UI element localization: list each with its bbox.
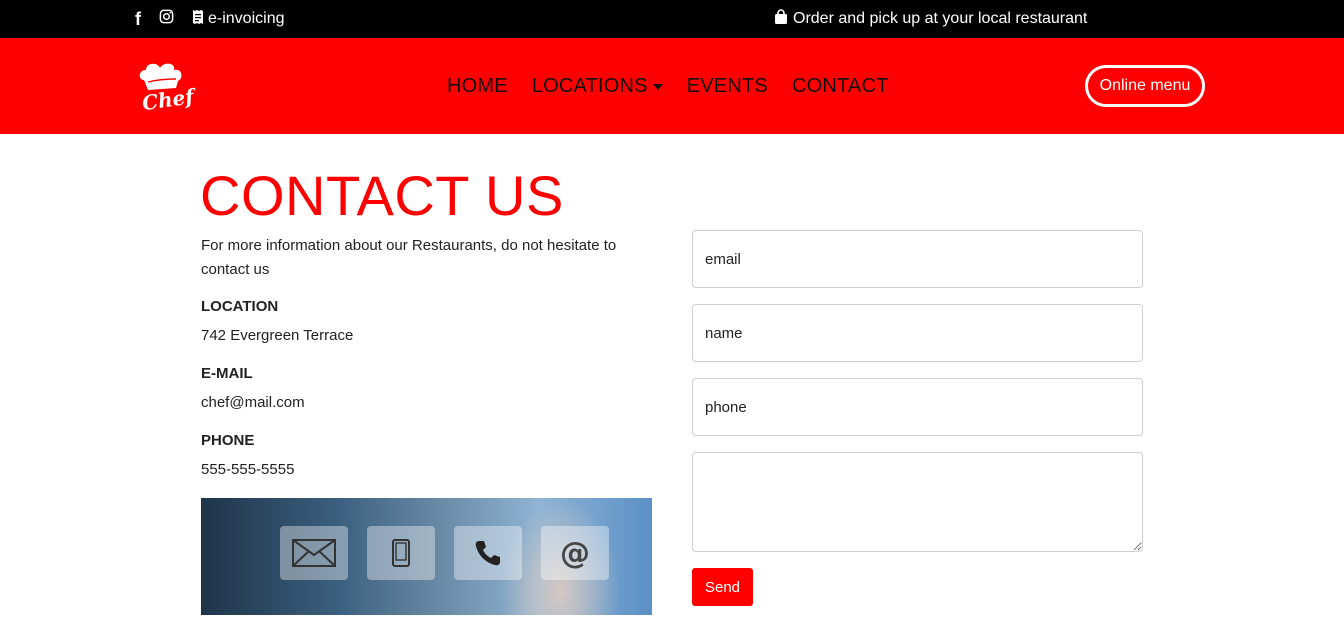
phone-value: 555-555-5555 — [201, 461, 295, 478]
email-field[interactable] — [692, 230, 1143, 288]
e-invoicing-label: e-invoicing — [208, 10, 285, 27]
instagram-link[interactable] — [159, 9, 174, 29]
order-text: Order and pick up at your local restaura… — [793, 10, 1088, 27]
receipt-icon — [192, 9, 204, 30]
name-field[interactable] — [692, 304, 1143, 362]
online-menu-button[interactable]: Online menu — [1085, 65, 1205, 107]
location-value: 742 Evergreen Terrace — [201, 327, 354, 344]
nav-menu: HOME LOCATIONS EVENTS CONTACT — [447, 38, 889, 134]
top-bar: f e-invoicing Order and pick up at your … — [0, 0, 1344, 38]
facebook-link[interactable]: f — [135, 9, 141, 30]
e-invoicing-link[interactable]: e-invoicing — [192, 9, 284, 30]
nav-item-contact[interactable]: CONTACT — [792, 75, 889, 98]
chef-logo[interactable]: Chef — [136, 60, 199, 115]
phone-label: PHONE — [201, 432, 255, 449]
shopping-bag-icon — [774, 8, 788, 30]
email-label: E-MAIL — [201, 365, 253, 382]
contact-banner-image: @ — [201, 498, 652, 615]
nav-item-locations[interactable]: LOCATIONS — [532, 75, 663, 98]
nav-item-locations-label: LOCATIONS — [531, 74, 648, 97]
email-value: chef@mail.com — [201, 394, 305, 411]
facebook-icon: f — [135, 8, 141, 29]
instagram-icon — [159, 9, 174, 29]
caret-down-icon — [652, 84, 663, 90]
social-links: f e-invoicing — [135, 0, 284, 38]
nav-item-events[interactable]: EVENTS — [687, 75, 768, 98]
order-pickup-link[interactable]: Order and pick up at your local restaura… — [774, 0, 1087, 38]
at-icon: @ — [541, 526, 609, 580]
message-field[interactable] — [692, 452, 1143, 552]
main-navbar: Chef HOME LOCATIONS EVENTS CONTACT Onlin… — [0, 38, 1344, 134]
envelope-icon — [280, 526, 348, 580]
nav-item-contact-label: CONTACT — [791, 74, 889, 97]
page-title: CONTACT US — [200, 164, 564, 227]
phone-icon — [454, 526, 522, 580]
phone-field[interactable] — [692, 378, 1143, 436]
mobile-icon — [367, 526, 435, 580]
nav-item-home-label: HOME — [447, 74, 508, 97]
nav-item-events-label: EVENTS — [686, 74, 768, 97]
send-button[interactable]: Send — [692, 568, 753, 606]
nav-item-home[interactable]: HOME — [447, 75, 508, 98]
location-label: LOCATION — [201, 298, 279, 315]
contact-intro-text: For more information about our Restauran… — [201, 237, 617, 278]
